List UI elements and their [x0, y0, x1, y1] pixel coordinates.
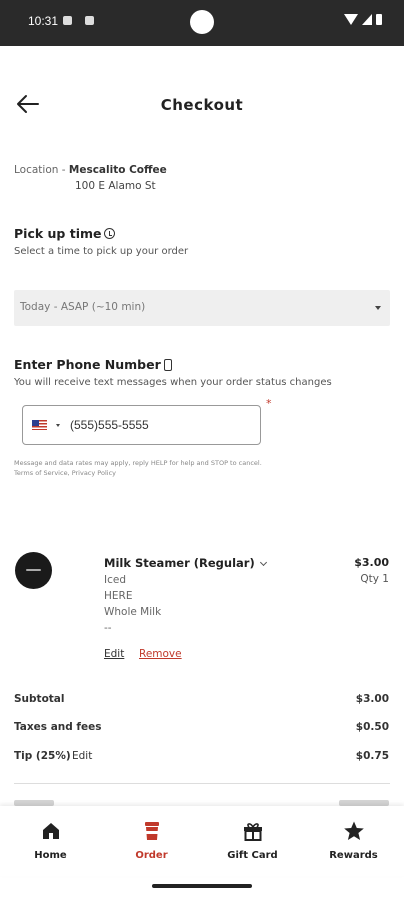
item-modifier: Iced [104, 574, 126, 586]
item-name-text: Milk Steamer (Regular) [104, 556, 255, 570]
notification-icon [63, 16, 72, 25]
home-icon [42, 823, 59, 839]
store-logo [15, 552, 52, 589]
status-time: 10:31 [28, 14, 59, 28]
nav-rewards[interactable]: Rewards [303, 806, 404, 876]
location-prefix: Location - [14, 164, 69, 176]
tip-label: Tip (25%) [14, 750, 71, 762]
clock-icon [104, 228, 116, 239]
pickup-subtitle: Select a time to pick up your order [14, 246, 189, 257]
camera-cutout [190, 10, 214, 34]
subtotal-label: Subtotal [14, 693, 65, 705]
nav-label: Gift Card [227, 850, 278, 861]
location-address: 100 E Alamo St [75, 180, 156, 192]
remove-item-link[interactable]: Remove [139, 648, 182, 660]
taxes-value: $0.50 [355, 721, 389, 733]
wifi-icon [344, 14, 358, 25]
notification-icon [85, 16, 94, 25]
disclaimer-line: Message and data rates may apply, reply … [14, 459, 262, 467]
divider [14, 783, 390, 784]
nav-label: Home [34, 850, 67, 861]
pickup-title: Pick up time [14, 226, 116, 241]
page-title: Checkout [160, 96, 244, 114]
terms-links[interactable]: Terms of Service, Privacy Policy [14, 469, 284, 479]
signal-icon [362, 14, 372, 25]
pickup-time-value: Today - ASAP (~10 min) [20, 301, 146, 313]
phone-title-text: Enter Phone Number [14, 357, 161, 372]
battery-icon [376, 14, 382, 25]
nav-home[interactable]: Home [0, 806, 101, 876]
edit-tip-button[interactable]: Edit [72, 750, 92, 762]
nav-label: Order [135, 850, 168, 861]
star-icon [343, 821, 364, 840]
required-marker: * [266, 397, 272, 410]
us-flag-icon[interactable] [32, 420, 47, 430]
subtotal-value: $3.00 [355, 693, 389, 705]
nav-label: Rewards [329, 850, 378, 861]
chevron-down-icon [259, 558, 267, 566]
page-header: Checkout [0, 46, 404, 166]
nav-order[interactable]: Order [101, 806, 202, 876]
pickup-title-text: Pick up time [14, 226, 102, 241]
dropdown-caret-icon [375, 306, 381, 310]
taxes-label: Taxes and fees [14, 721, 102, 733]
edit-item-link[interactable]: Edit [104, 648, 124, 660]
location-label: Location - Mescalito Coffee [14, 164, 167, 176]
country-caret-icon[interactable] [56, 424, 60, 427]
system-icons [344, 14, 382, 25]
item-modifier: Whole Milk [104, 606, 162, 618]
sms-disclaimer: Message and data rates may apply, reply … [14, 459, 284, 479]
bottom-nav: Home Order Gift Card Rewards [0, 806, 404, 876]
home-indicator[interactable] [152, 884, 252, 888]
item-name[interactable]: Milk Steamer (Regular) [104, 556, 267, 570]
item-modifier: -- [104, 622, 112, 634]
phone-subtitle: You will receive text messages when your… [14, 377, 332, 388]
pickup-time-dropdown[interactable]: Today - ASAP (~10 min) [14, 290, 390, 326]
phone-title: Enter Phone Number [14, 357, 172, 372]
status-bar: 10:31 [0, 0, 404, 46]
item-modifier: HERE [104, 590, 133, 602]
cup-icon [144, 822, 159, 840]
tip-value: $0.75 [355, 750, 389, 762]
phone-number-field[interactable]: (555)555-5555 [22, 405, 261, 445]
phone-number-value: (555)555-5555 [70, 418, 149, 432]
item-quantity: Qty 1 [360, 573, 389, 585]
gift-icon [243, 823, 262, 841]
item-price: $3.00 [354, 556, 389, 569]
location-name: Mescalito Coffee [68, 164, 167, 176]
phone-icon [163, 358, 172, 371]
nav-gift-card[interactable]: Gift Card [202, 806, 303, 876]
